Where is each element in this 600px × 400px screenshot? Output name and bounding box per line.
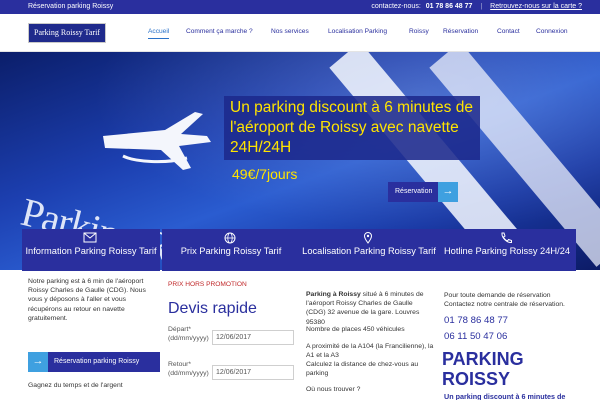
- top-bar-title: Réservation parking Roissy: [28, 3, 114, 10]
- navbar: Parking Roissy Tarif Accueil Comment ça …: [0, 14, 600, 52]
- hotline-card: Hotline Parking Roissy 24H/24 Pour toute…: [438, 229, 576, 400]
- nav-comment[interactable]: Comment ça marche ?: [186, 28, 253, 35]
- main-nav: Accueil Comment ça marche ? Nos services…: [0, 27, 600, 41]
- hotline-text: Pour toute demande de réservation Contac…: [444, 292, 565, 309]
- retour-date-input[interactable]: 12/06/2017: [212, 365, 294, 380]
- envelope-icon: [83, 232, 97, 243]
- location-address: Parking à Roissy situé à 6 minutes de l'…: [306, 290, 434, 327]
- globe-icon: [224, 232, 236, 244]
- hero-cta-label: Réservation: [395, 188, 433, 195]
- reservation-parking-button[interactable]: → Réservation parking Roissy: [28, 352, 160, 372]
- hero-price: 49€/7jours: [232, 166, 298, 182]
- location-card: Localisation Parking Roissy Tarif Parkin…: [300, 229, 438, 400]
- card-title: Information Parking Roissy Tarif: [25, 246, 157, 256]
- nav-connexion[interactable]: Connexion: [536, 28, 568, 35]
- arrow-right-icon: →: [438, 182, 458, 202]
- hero-reservation-button[interactable]: Réservation →: [388, 182, 458, 202]
- depart-label-text: Départ*: [168, 326, 192, 333]
- map-pin-icon: [363, 232, 373, 244]
- quote-title: Devis rapide: [168, 300, 257, 317]
- top-bar: Réservation parking Roissy contactez-nou…: [0, 0, 600, 14]
- where-label: Où nous trouver ?: [306, 386, 361, 393]
- brand-title: PARKING ROISSY: [442, 349, 524, 389]
- airplane-icon: [103, 112, 211, 170]
- location-proximity: A proximité de la A104 (la Francilienne)…: [306, 343, 434, 360]
- card-header: Prix Parking Roissy Tarif: [162, 229, 300, 271]
- card-title: Prix Parking Roissy Tarif: [180, 246, 282, 256]
- button-label: Réservation parking Roissy: [54, 358, 140, 365]
- depart-label: Départ* (dd/mm/yyyy): [168, 325, 209, 343]
- location-places: Nombre de places 450 véhicules: [306, 326, 405, 333]
- nav-contact[interactable]: Contact: [497, 28, 520, 35]
- retour-format: (dd/mm/yyyy): [168, 370, 209, 377]
- retour-label-text: Retour*: [168, 361, 192, 368]
- nav-accueil[interactable]: Accueil: [148, 28, 170, 39]
- price-card: Prix Parking Roissy Tarif PRIX HORS PROM…: [162, 229, 300, 400]
- location-name: Parking à Roissy: [306, 291, 361, 298]
- hotline-phone-2[interactable]: 06 11 50 47 06: [444, 331, 507, 342]
- nav-roissy[interactable]: Roissy: [409, 28, 429, 35]
- card-header: Information Parking Roissy Tarif: [22, 229, 160, 271]
- card-footer: Gagnez du temps et de l'argent: [28, 382, 123, 389]
- hero-headline: Un parking discount à 6 minutes de l'aér…: [224, 96, 480, 160]
- top-bar-right: contactez-nous: 01 78 86 48 77 | Retrouv…: [371, 3, 582, 10]
- map-link[interactable]: Retrouvez-nous sur la carte ?: [490, 3, 582, 10]
- card-text: Notre parking est à 6 min de l'aéroport …: [28, 278, 146, 322]
- promo-label: PRIX HORS PROMOTION: [168, 281, 247, 288]
- card-title: Localisation Parking Roissy Tarif: [302, 246, 436, 256]
- retour-label: Retour* (dd/mm/yyyy): [168, 360, 209, 378]
- nav-services[interactable]: Nos services: [271, 28, 309, 35]
- top-separator: |: [480, 3, 483, 10]
- brand-tagline: Un parking discount à 6 minutes de: [444, 392, 566, 400]
- top-phone[interactable]: 01 78 86 48 77: [426, 3, 473, 10]
- distance-link[interactable]: Calculez la distance de chez-vous au par…: [306, 360, 434, 378]
- info-card: Information Parking Roissy Tarif Notre p…: [22, 229, 160, 400]
- phone-icon: [501, 232, 512, 244]
- card-header: Localisation Parking Roissy Tarif: [300, 229, 438, 271]
- contact-label: contactez-nous:: [371, 3, 421, 10]
- nav-localisation[interactable]: Localisation Parking: [328, 28, 387, 35]
- card-header: Hotline Parking Roissy 24H/24: [438, 229, 576, 271]
- card-title: Hotline Parking Roissy 24H/24: [443, 246, 571, 256]
- depart-format: (dd/mm/yyyy): [168, 335, 209, 342]
- arrow-right-icon: →: [28, 352, 48, 372]
- nav-reservation[interactable]: Réservation: [443, 28, 478, 35]
- hotline-phone-1[interactable]: 01 78 86 48 77: [444, 315, 508, 326]
- depart-date-input[interactable]: 12/06/2017: [212, 330, 294, 345]
